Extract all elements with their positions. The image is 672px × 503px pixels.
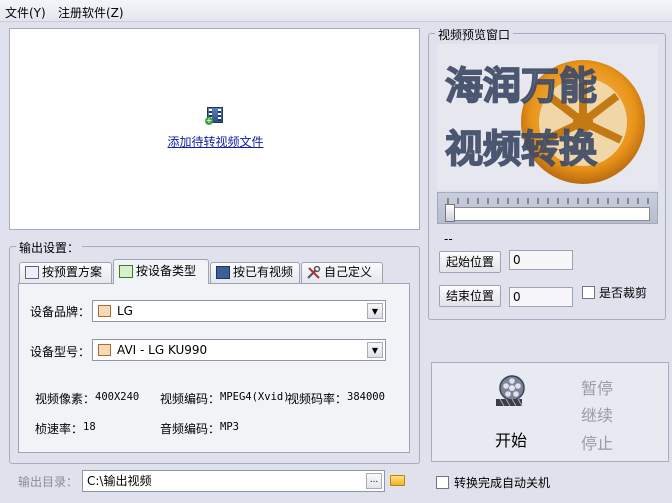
output-dir-label: 输出目录： bbox=[18, 475, 79, 489]
tab-custom-label: 自己定义 bbox=[324, 265, 373, 279]
checkmark-icon bbox=[119, 265, 133, 278]
tools-icon bbox=[307, 265, 321, 279]
tab-preset[interactable]: 按预置方案 bbox=[19, 262, 112, 283]
model-select[interactable]: AVI - LG KU990 ▼ bbox=[92, 339, 386, 361]
resolution-label: 视频像素： bbox=[35, 392, 96, 406]
brand-select[interactable]: LG ▼ bbox=[92, 300, 386, 322]
menu-register[interactable]: 注册软件(Z) bbox=[58, 4, 124, 21]
resolution-value: 400X240 bbox=[95, 391, 140, 403]
crop-label: 是否裁剪 bbox=[599, 286, 648, 300]
auto-shutdown-label: 转换完成自动关机 bbox=[454, 476, 551, 490]
time-display: -- bbox=[444, 232, 453, 246]
chevron-down-icon[interactable]: ▼ bbox=[367, 303, 383, 319]
device-icon bbox=[98, 344, 111, 356]
chevron-down-icon[interactable]: ▼ bbox=[367, 342, 383, 358]
tab-device-type[interactable]: 按设备类型 bbox=[113, 259, 209, 284]
output-dir-value: C:\输出视频 bbox=[87, 474, 152, 488]
logo-text-line2: 视频转换 bbox=[445, 126, 597, 171]
film-reel-icon bbox=[496, 375, 525, 407]
menu-file[interactable]: 文件(Y) bbox=[5, 4, 46, 21]
menu-bar: 文件(Y) 注册软件(Z) bbox=[0, 0, 672, 22]
slider-track[interactable] bbox=[446, 207, 650, 221]
output-dir-field[interactable]: C:\输出视频 ... bbox=[82, 470, 385, 492]
logo-text-line1: 海润万能 bbox=[445, 63, 597, 108]
add-video-file-link[interactable]: 添加待转视频文件 bbox=[10, 133, 421, 150]
brand-label: 设备品牌： bbox=[30, 305, 91, 319]
set-start-button[interactable]: 起始位置 bbox=[439, 251, 501, 273]
video-codec-value: MPEG4(Xvid) bbox=[220, 391, 290, 403]
film-icon bbox=[216, 266, 230, 279]
device-type-panel: 设备品牌： LG ▼ 设备型号： AVI - LG KU990 ▼ 视频像素： … bbox=[18, 283, 410, 453]
output-settings-title: 输出设置： bbox=[16, 239, 83, 256]
video-preview-window: 海润万能 视频转换 bbox=[437, 44, 658, 190]
tab-existing-video-label: 按已有视频 bbox=[233, 265, 294, 279]
model-value: AVI - LG KU990 bbox=[117, 343, 208, 357]
resume-button[interactable]: 继续 bbox=[581, 402, 613, 426]
frame-rate-value: 18 bbox=[83, 421, 96, 433]
plus-icon: + bbox=[205, 116, 213, 125]
audio-codec-value: MP3 bbox=[220, 421, 239, 433]
slider-thumb[interactable] bbox=[445, 204, 455, 222]
auto-shutdown-checkbox[interactable] bbox=[436, 476, 449, 489]
pause-button[interactable]: 暂停 bbox=[581, 375, 613, 399]
tab-preset-label: 按预置方案 bbox=[42, 265, 103, 279]
device-icon bbox=[98, 305, 111, 317]
file-drop-zone[interactable]: + 添加待转视频文件 bbox=[9, 28, 420, 230]
brand-logo: 海润万能 视频转换 bbox=[444, 60, 645, 184]
stop-button[interactable]: 停止 bbox=[581, 430, 613, 454]
audio-codec-label: 音频编码： bbox=[160, 422, 221, 436]
slider-ticks bbox=[447, 198, 649, 204]
start-conversion-button[interactable]: 开始 bbox=[495, 427, 527, 451]
folder-icon[interactable] bbox=[390, 475, 405, 486]
model-label: 设备型号： bbox=[30, 345, 91, 359]
list-icon bbox=[25, 266, 39, 279]
brand-value: LG bbox=[117, 304, 133, 318]
preview-title: 视频预览窗口 bbox=[435, 26, 514, 43]
crop-checkbox[interactable] bbox=[582, 286, 595, 299]
seek-slider[interactable] bbox=[437, 192, 658, 224]
start-position-field[interactable]: 0 bbox=[509, 250, 573, 270]
video-codec-label: 视频编码： bbox=[160, 392, 221, 406]
tab-existing-video[interactable]: 按已有视频 bbox=[210, 262, 300, 283]
browse-button[interactable]: ... bbox=[366, 473, 382, 489]
tab-device-type-label: 按设备类型 bbox=[136, 264, 197, 278]
video-bitrate-label: 视频码率： bbox=[287, 392, 348, 406]
end-position-field[interactable]: 0 bbox=[509, 287, 573, 307]
conversion-control-panel: 开始 暂停 继续 停止 bbox=[431, 362, 669, 462]
tab-custom[interactable]: 自己定义 bbox=[301, 262, 383, 283]
set-end-button[interactable]: 结束位置 bbox=[439, 285, 501, 307]
frame-rate-label: 桢速率： bbox=[35, 422, 84, 436]
video-bitrate-value: 384000 bbox=[347, 391, 385, 403]
